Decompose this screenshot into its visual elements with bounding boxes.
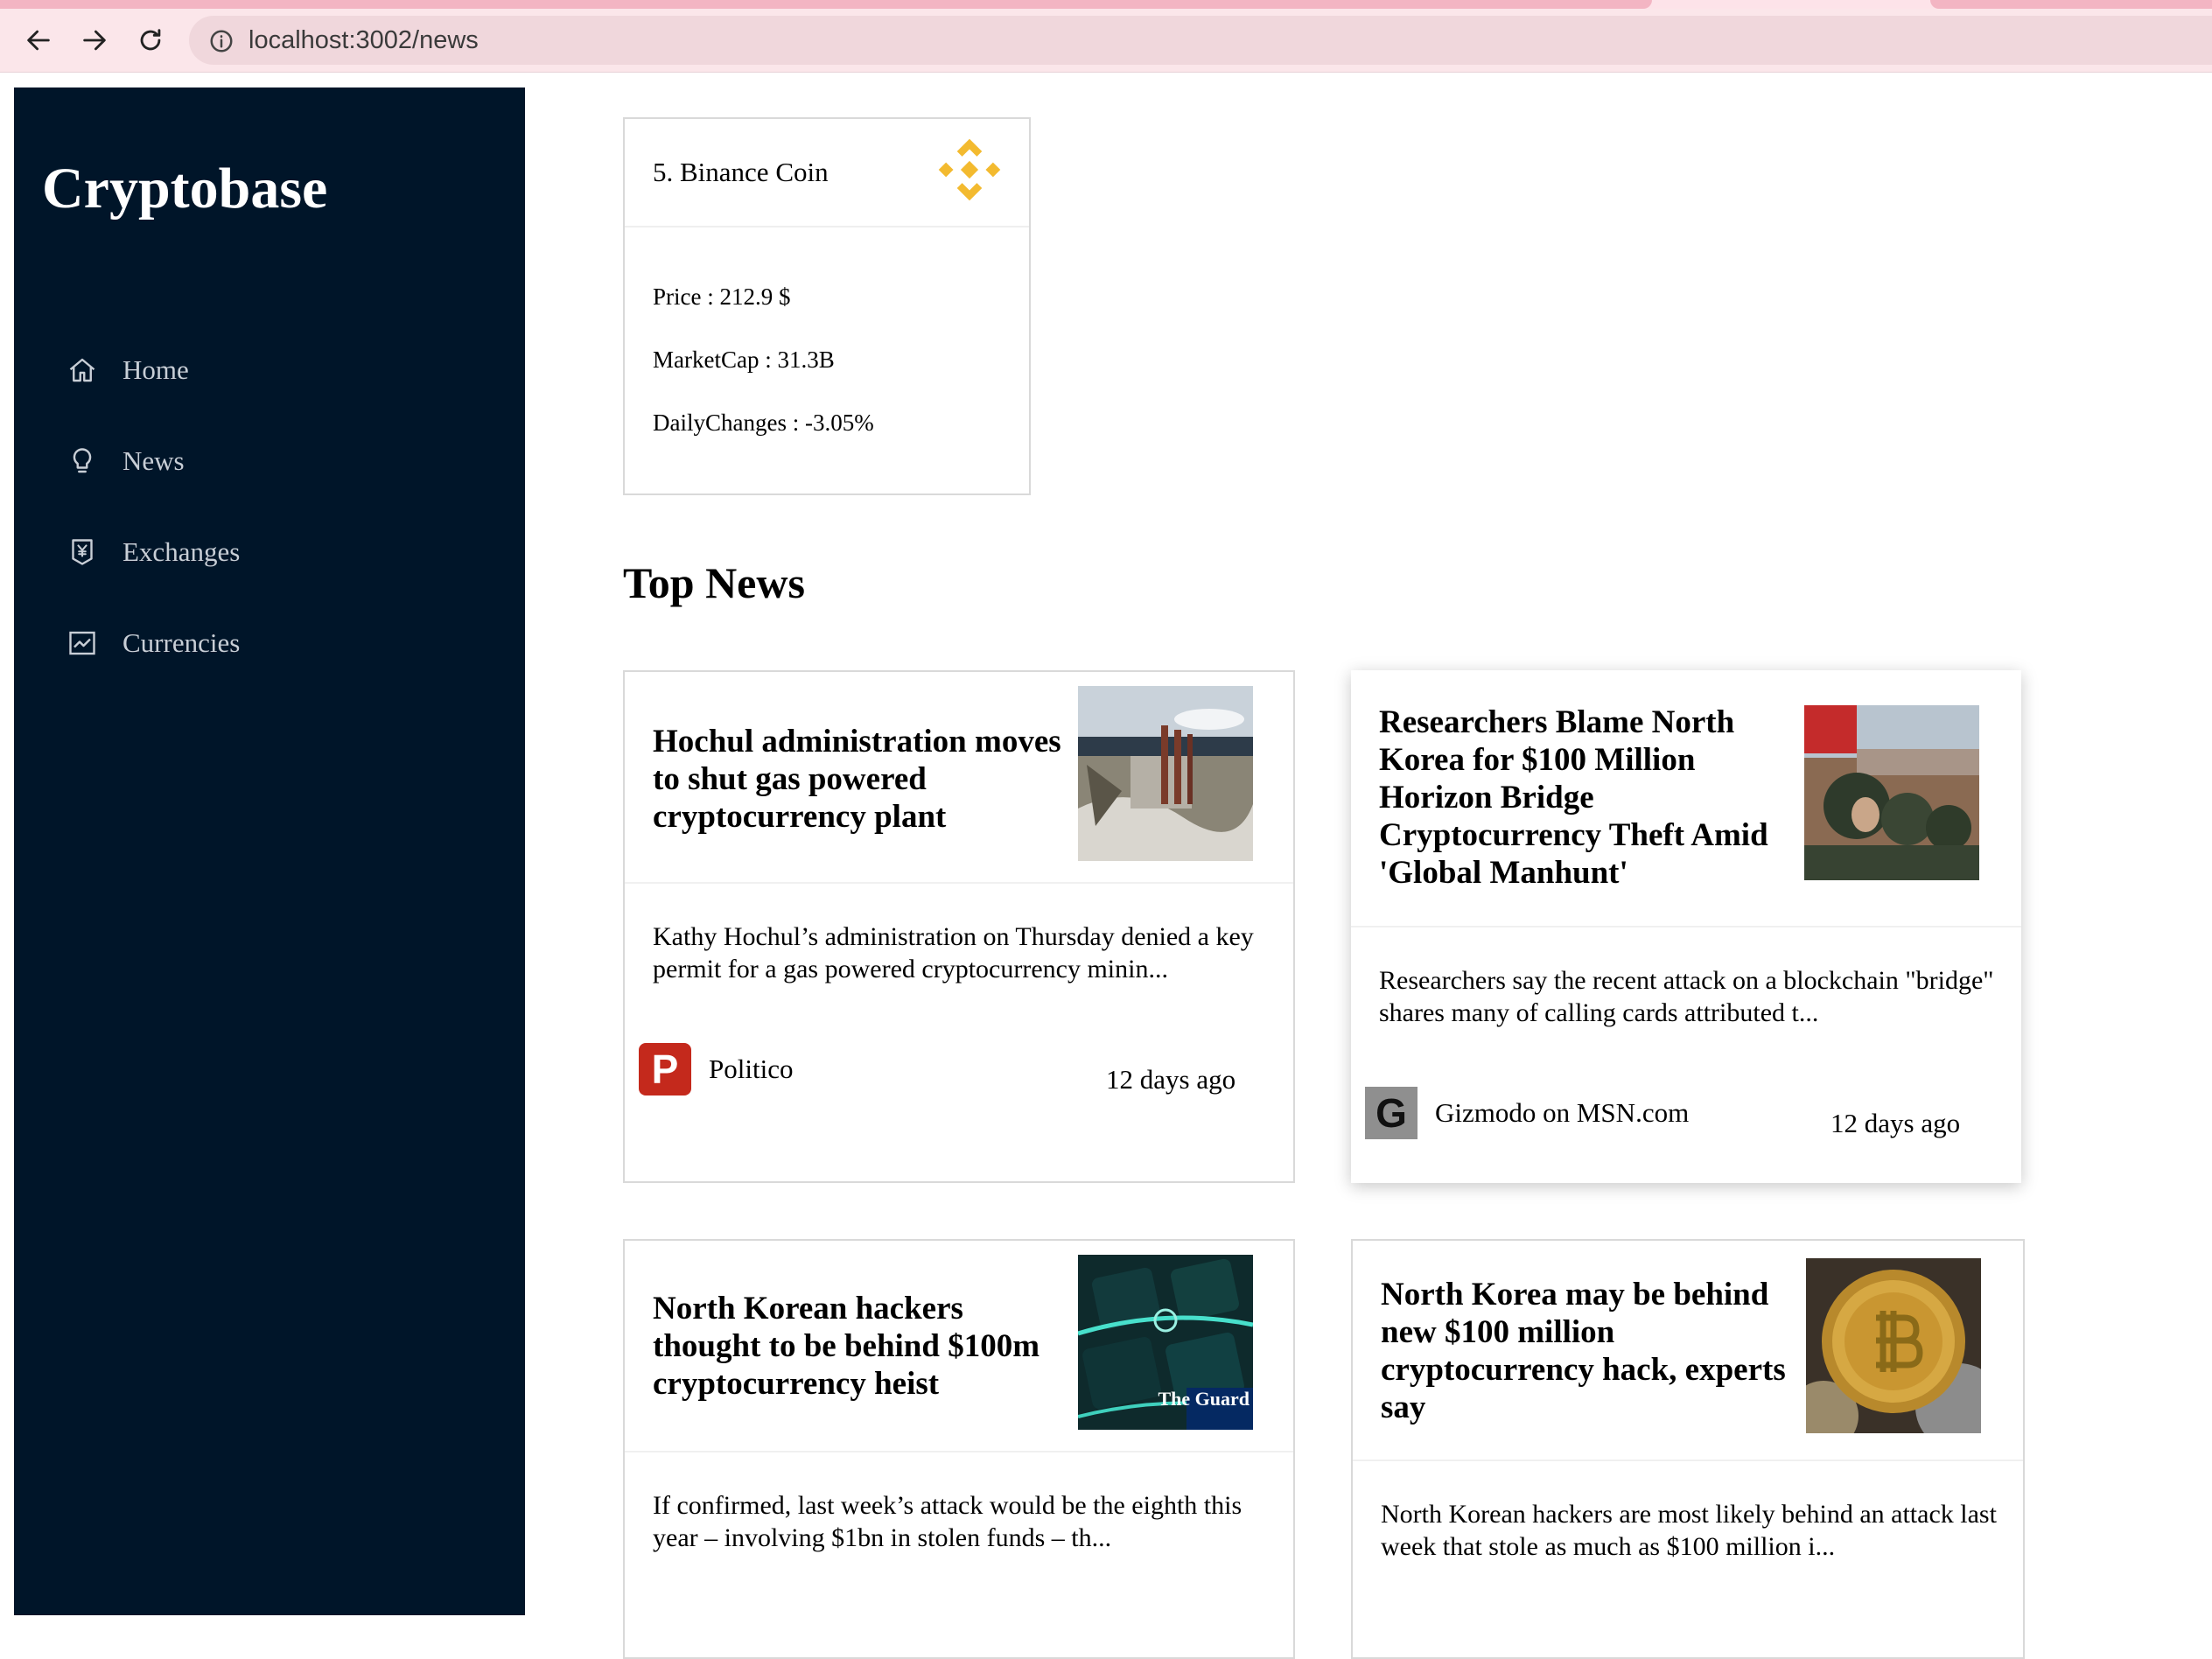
news-provider[interactable]: G Gizmodo on MSN.com <box>1365 1087 1689 1139</box>
reload-button[interactable] <box>131 21 170 60</box>
coin-price: Price : 212.9 $ <box>653 284 791 310</box>
arrow-left-icon <box>27 30 50 51</box>
news-title[interactable]: Researchers Blame North Korea for $100 M… <box>1379 704 1790 892</box>
page-title: Top News <box>623 558 805 607</box>
news-card[interactable]: North Korea may be behind new $100 milli… <box>1351 1239 2025 1659</box>
sidebar-item-label: Exchanges <box>122 536 241 567</box>
sidebar-item-label: Currencies <box>122 627 241 658</box>
news-title[interactable]: North Korean hackers thought to be behin… <box>653 1290 1073 1403</box>
news-title[interactable]: Hochul administration moves to shut gas … <box>653 723 1064 836</box>
news-description: Researchers say the recent attack on a b… <box>1379 966 1994 1027</box>
address-bar[interactable]: localhost:3002/news <box>189 16 2212 65</box>
arrow-right-icon <box>83 30 106 51</box>
app-logo[interactable]: Cryptobase <box>42 154 327 224</box>
sidebar-item-label: News <box>122 445 185 476</box>
news-description: North Korean hackers are most likely beh… <box>1381 1500 1997 1561</box>
news-time: 12 days ago <box>1830 1108 1961 1138</box>
coin-card-header: 5. Binance Coin <box>625 119 1029 228</box>
back-button[interactable] <box>19 21 58 60</box>
bulb-icon <box>66 445 98 477</box>
news-description: Kathy Hochul’s administration on Thursda… <box>653 922 1254 984</box>
news-thumbnail: The Guard <box>1078 1255 1253 1430</box>
news-divider <box>625 882 1293 884</box>
news-time: 12 days ago <box>1106 1064 1236 1095</box>
news-divider <box>625 1451 1293 1452</box>
sidebar-item-currencies[interactable]: Currencies <box>66 612 240 674</box>
sidebar-item-home[interactable]: Home <box>66 340 189 401</box>
thumbnail-badge: The Guard <box>1158 1388 1250 1410</box>
sidebar-item-news[interactable]: News <box>66 430 185 492</box>
coin-market-cap: MarketCap : 31.3B <box>653 346 835 373</box>
news-provider[interactable]: P Politico <box>639 1043 793 1096</box>
binance-logo-icon <box>938 138 1001 201</box>
fund-icon <box>66 627 98 659</box>
news-thumbnail <box>1806 1258 1981 1433</box>
active-tab[interactable] <box>0 0 1652 9</box>
news-thumbnail <box>1804 705 1979 880</box>
sidebar: Cryptobase Home News Exchanges Currencie… <box>14 88 525 1615</box>
provider-name: Politico <box>709 1054 794 1084</box>
home-icon <box>66 354 98 386</box>
browser-toolbar: localhost:3002/news <box>0 9 2212 73</box>
news-divider <box>1351 926 2021 928</box>
news-divider <box>1353 1460 2023 1461</box>
provider-name: Gizmodo on MSN.com <box>1435 1097 1690 1128</box>
sidebar-item-label: Home <box>122 354 189 385</box>
politico-icon: P <box>639 1043 691 1096</box>
forward-button[interactable] <box>75 21 114 60</box>
coin-title: 5. Binance Coin <box>653 157 829 187</box>
coin-daily-change: DailyChanges : -3.05% <box>653 410 874 436</box>
gizmodo-icon: G <box>1365 1087 1418 1139</box>
news-card[interactable]: North Korean hackers thought to be behin… <box>623 1239 1295 1659</box>
news-card[interactable]: Researchers Blame North Korea for $100 M… <box>1351 670 2021 1183</box>
info-icon[interactable] <box>208 28 234 54</box>
news-title[interactable]: North Korea may be behind new $100 milli… <box>1381 1276 1792 1426</box>
inactive-tab[interactable] <box>1930 0 2212 9</box>
coin-card[interactable]: 5. Binance Coin Price : 212.9 $ MarketCa… <box>623 117 1031 495</box>
news-description: If confirmed, last week’s attack would b… <box>653 1491 1242 1552</box>
reload-icon <box>140 29 161 51</box>
tab-strip <box>0 0 2212 9</box>
money-collect-icon <box>66 536 98 568</box>
sidebar-item-exchanges[interactable]: Exchanges <box>66 522 240 583</box>
address-url[interactable]: localhost:3002/news <box>248 24 479 56</box>
news-card[interactable]: Hochul administration moves to shut gas … <box>623 670 1295 1183</box>
news-thumbnail <box>1078 686 1253 861</box>
